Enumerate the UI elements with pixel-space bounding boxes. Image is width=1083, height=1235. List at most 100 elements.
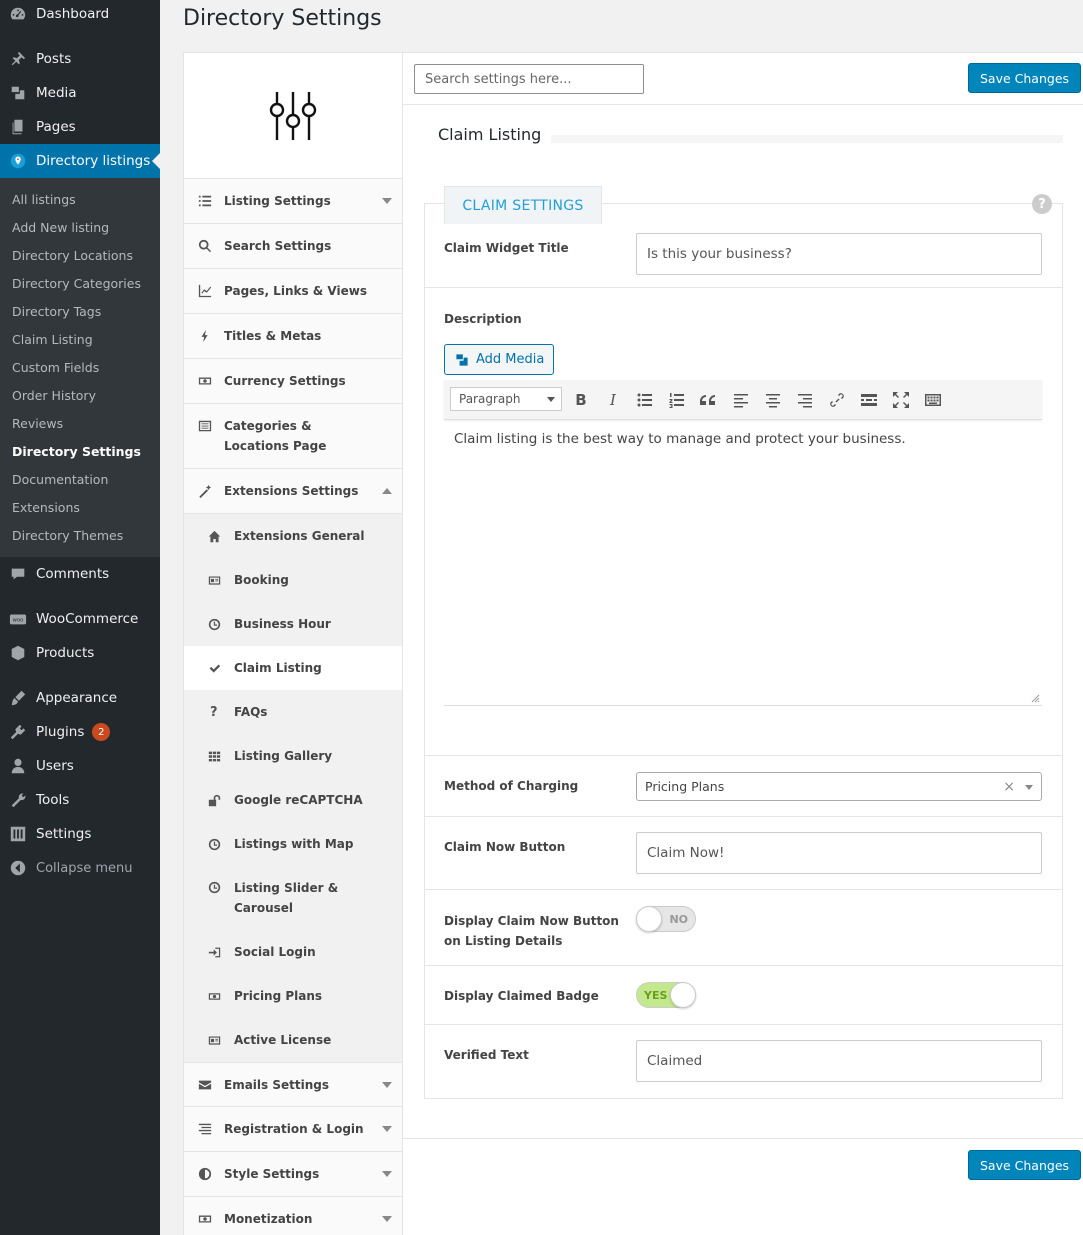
submenu-directory-themes[interactable]: Directory Themes bbox=[12, 521, 123, 549]
resize-grip-icon[interactable] bbox=[1030, 693, 1040, 703]
claim-now-button-input[interactable]: Claim Now! bbox=[636, 832, 1042, 874]
chevron-down-icon bbox=[382, 198, 392, 204]
nav-style-settings[interactable]: Style Settings bbox=[184, 1152, 402, 1197]
pages-icon bbox=[0, 118, 36, 136]
nav-emails-settings[interactable]: Emails Settings bbox=[184, 1062, 402, 1107]
save-changes-button-bottom[interactable]: Save Changes bbox=[968, 1150, 1082, 1180]
subnav-listings-with-map[interactable]: Listings with Map bbox=[184, 822, 402, 866]
submenu-reviews[interactable]: Reviews bbox=[12, 409, 63, 437]
menu-tools[interactable]: Tools bbox=[0, 783, 160, 817]
menu-woocommerce[interactable]: woo WooCommerce bbox=[0, 602, 160, 636]
subnav-booking[interactable]: Booking bbox=[184, 558, 402, 602]
nav-categories-locations[interactable]: Categories & Locations Page bbox=[184, 404, 402, 469]
pin-icon bbox=[0, 50, 36, 68]
bold-button[interactable]: B bbox=[570, 389, 592, 411]
menu-comments[interactable]: Comments bbox=[0, 557, 160, 591]
menu-pages[interactable]: Pages bbox=[0, 110, 160, 144]
menu-products[interactable]: Products bbox=[0, 636, 160, 670]
submenu-claim-listing[interactable]: Claim Listing bbox=[12, 325, 93, 353]
submenu-directory-tags[interactable]: Directory Tags bbox=[12, 297, 101, 325]
submenu-directory-settings[interactable]: Directory Settings bbox=[12, 437, 141, 465]
menu-users[interactable]: Users bbox=[0, 749, 160, 783]
save-changes-button-top[interactable]: Save Changes bbox=[968, 63, 1082, 93]
help-icon[interactable]: ? bbox=[1032, 194, 1052, 214]
subnav-active-license[interactable]: Active License bbox=[184, 1018, 402, 1062]
display-claimed-badge-toggle[interactable]: YES bbox=[636, 982, 696, 1008]
submenu-directory-locations[interactable]: Directory Locations bbox=[12, 241, 133, 269]
claim-widget-title-input[interactable]: Is this your business? bbox=[636, 233, 1042, 275]
submenu-custom-fields[interactable]: Custom Fields bbox=[12, 353, 99, 381]
contrast-icon bbox=[198, 1167, 224, 1181]
subnav-claim-listing[interactable]: Claim Listing bbox=[184, 646, 402, 690]
plugins-update-badge: 2 bbox=[92, 723, 111, 741]
card-icon bbox=[208, 1034, 234, 1047]
menu-settings[interactable]: Settings bbox=[0, 817, 160, 851]
search-settings-input[interactable] bbox=[414, 64, 644, 94]
menu-media[interactable]: Media bbox=[0, 76, 160, 110]
link-button[interactable] bbox=[826, 389, 848, 411]
menu-appearance[interactable]: Appearance bbox=[0, 681, 160, 715]
italic-button[interactable]: I bbox=[602, 389, 624, 411]
nav-extensions-settings[interactable]: Extensions Settings bbox=[184, 469, 402, 514]
woocommerce-icon: woo bbox=[0, 610, 36, 628]
subnav-social-login[interactable]: Social Login bbox=[184, 930, 402, 974]
menu-plugins[interactable]: Plugins 2 bbox=[0, 715, 160, 749]
dashboard-icon bbox=[0, 5, 36, 23]
submenu-extensions[interactable]: Extensions bbox=[12, 493, 80, 521]
clear-selection-icon[interactable]: × bbox=[1003, 779, 1015, 795]
tab-claim-settings[interactable]: CLAIM SETTINGS bbox=[444, 186, 602, 224]
verified-text-input[interactable]: Claimed bbox=[636, 1040, 1042, 1082]
align-center-button[interactable] bbox=[762, 389, 784, 411]
row-display-claim-now: Display Claim Now Button on Listing Deta… bbox=[425, 890, 1062, 966]
nav-monetization[interactable]: Monetization bbox=[184, 1197, 402, 1235]
menu-directory-listings[interactable]: Directory listings bbox=[0, 144, 160, 178]
bolt-icon bbox=[198, 329, 224, 343]
fullscreen-button[interactable] bbox=[890, 389, 912, 411]
nav-search-settings[interactable]: Search Settings bbox=[184, 224, 402, 269]
display-claim-now-toggle[interactable]: NO bbox=[636, 906, 696, 932]
subnav-pricing-plans[interactable]: Pricing Plans bbox=[184, 974, 402, 1018]
align-left-button[interactable] bbox=[730, 389, 752, 411]
align-left-icon bbox=[734, 394, 748, 408]
toggle-knob bbox=[636, 906, 662, 932]
align-right-button[interactable] bbox=[794, 389, 816, 411]
submenu-documentation[interactable]: Documentation bbox=[12, 465, 108, 493]
description-label: Description bbox=[444, 312, 522, 326]
toolbar-toggle-button[interactable] bbox=[922, 389, 944, 411]
description-editor[interactable]: Claim listing is the best way to manage … bbox=[444, 421, 1042, 706]
sliders-icon bbox=[0, 825, 36, 843]
read-more-button[interactable] bbox=[858, 389, 880, 411]
numbered-list-button[interactable] bbox=[666, 389, 688, 411]
submenu-directory-categories[interactable]: Directory Categories bbox=[12, 269, 141, 297]
menu-collapse[interactable]: Collapse menu bbox=[0, 851, 160, 885]
submenu-all-listings[interactable]: All listings bbox=[12, 185, 76, 213]
menu-posts[interactable]: Posts bbox=[0, 42, 160, 76]
menu-dashboard[interactable]: Dashboard bbox=[0, 0, 160, 31]
bullet-list-button[interactable] bbox=[634, 389, 656, 411]
blockquote-button[interactable] bbox=[698, 389, 720, 411]
subnav-listing-gallery[interactable]: Listing Gallery bbox=[184, 734, 402, 778]
subnav-google-recaptcha[interactable]: Google reCAPTCHA bbox=[184, 778, 402, 822]
submenu-order-history[interactable]: Order History bbox=[12, 381, 96, 409]
nav-registration-login[interactable]: Registration & Login bbox=[184, 1107, 402, 1152]
nav-currency-settings[interactable]: Currency Settings bbox=[184, 359, 402, 404]
subnav-faqs[interactable]: ? FAQs bbox=[184, 690, 402, 734]
subnav-business-hour[interactable]: Business Hour bbox=[184, 602, 402, 646]
collapse-arrow-icon bbox=[0, 859, 36, 877]
nav-titles-metas[interactable]: Titles & Metas bbox=[184, 314, 402, 359]
settings-logo bbox=[184, 53, 402, 179]
chart-icon bbox=[198, 284, 224, 298]
submenu-add-new-listing[interactable]: Add New listing bbox=[12, 213, 109, 241]
media-icon bbox=[0, 84, 36, 102]
subnav-listing-slider[interactable]: Listing Slider & Carousel bbox=[184, 866, 402, 930]
claim-now-button-label: Claim Now Button bbox=[444, 840, 566, 854]
nav-listing-settings[interactable]: Listing Settings bbox=[184, 179, 402, 224]
format-select[interactable]: Paragraph bbox=[450, 387, 562, 411]
subnav-extensions-general[interactable]: Extensions General bbox=[184, 514, 402, 558]
row-verified-text: Verified Text Claimed bbox=[425, 1025, 1062, 1098]
nav-pages-links-views[interactable]: Pages, Links & Views bbox=[184, 269, 402, 314]
admin-sidebar: Dashboard Posts Media Pages Directory li… bbox=[0, 0, 160, 1235]
card-icon bbox=[208, 574, 234, 587]
add-media-button[interactable]: Add Media bbox=[444, 344, 555, 375]
method-of-charging-select[interactable]: Pricing Plans × bbox=[636, 772, 1042, 801]
